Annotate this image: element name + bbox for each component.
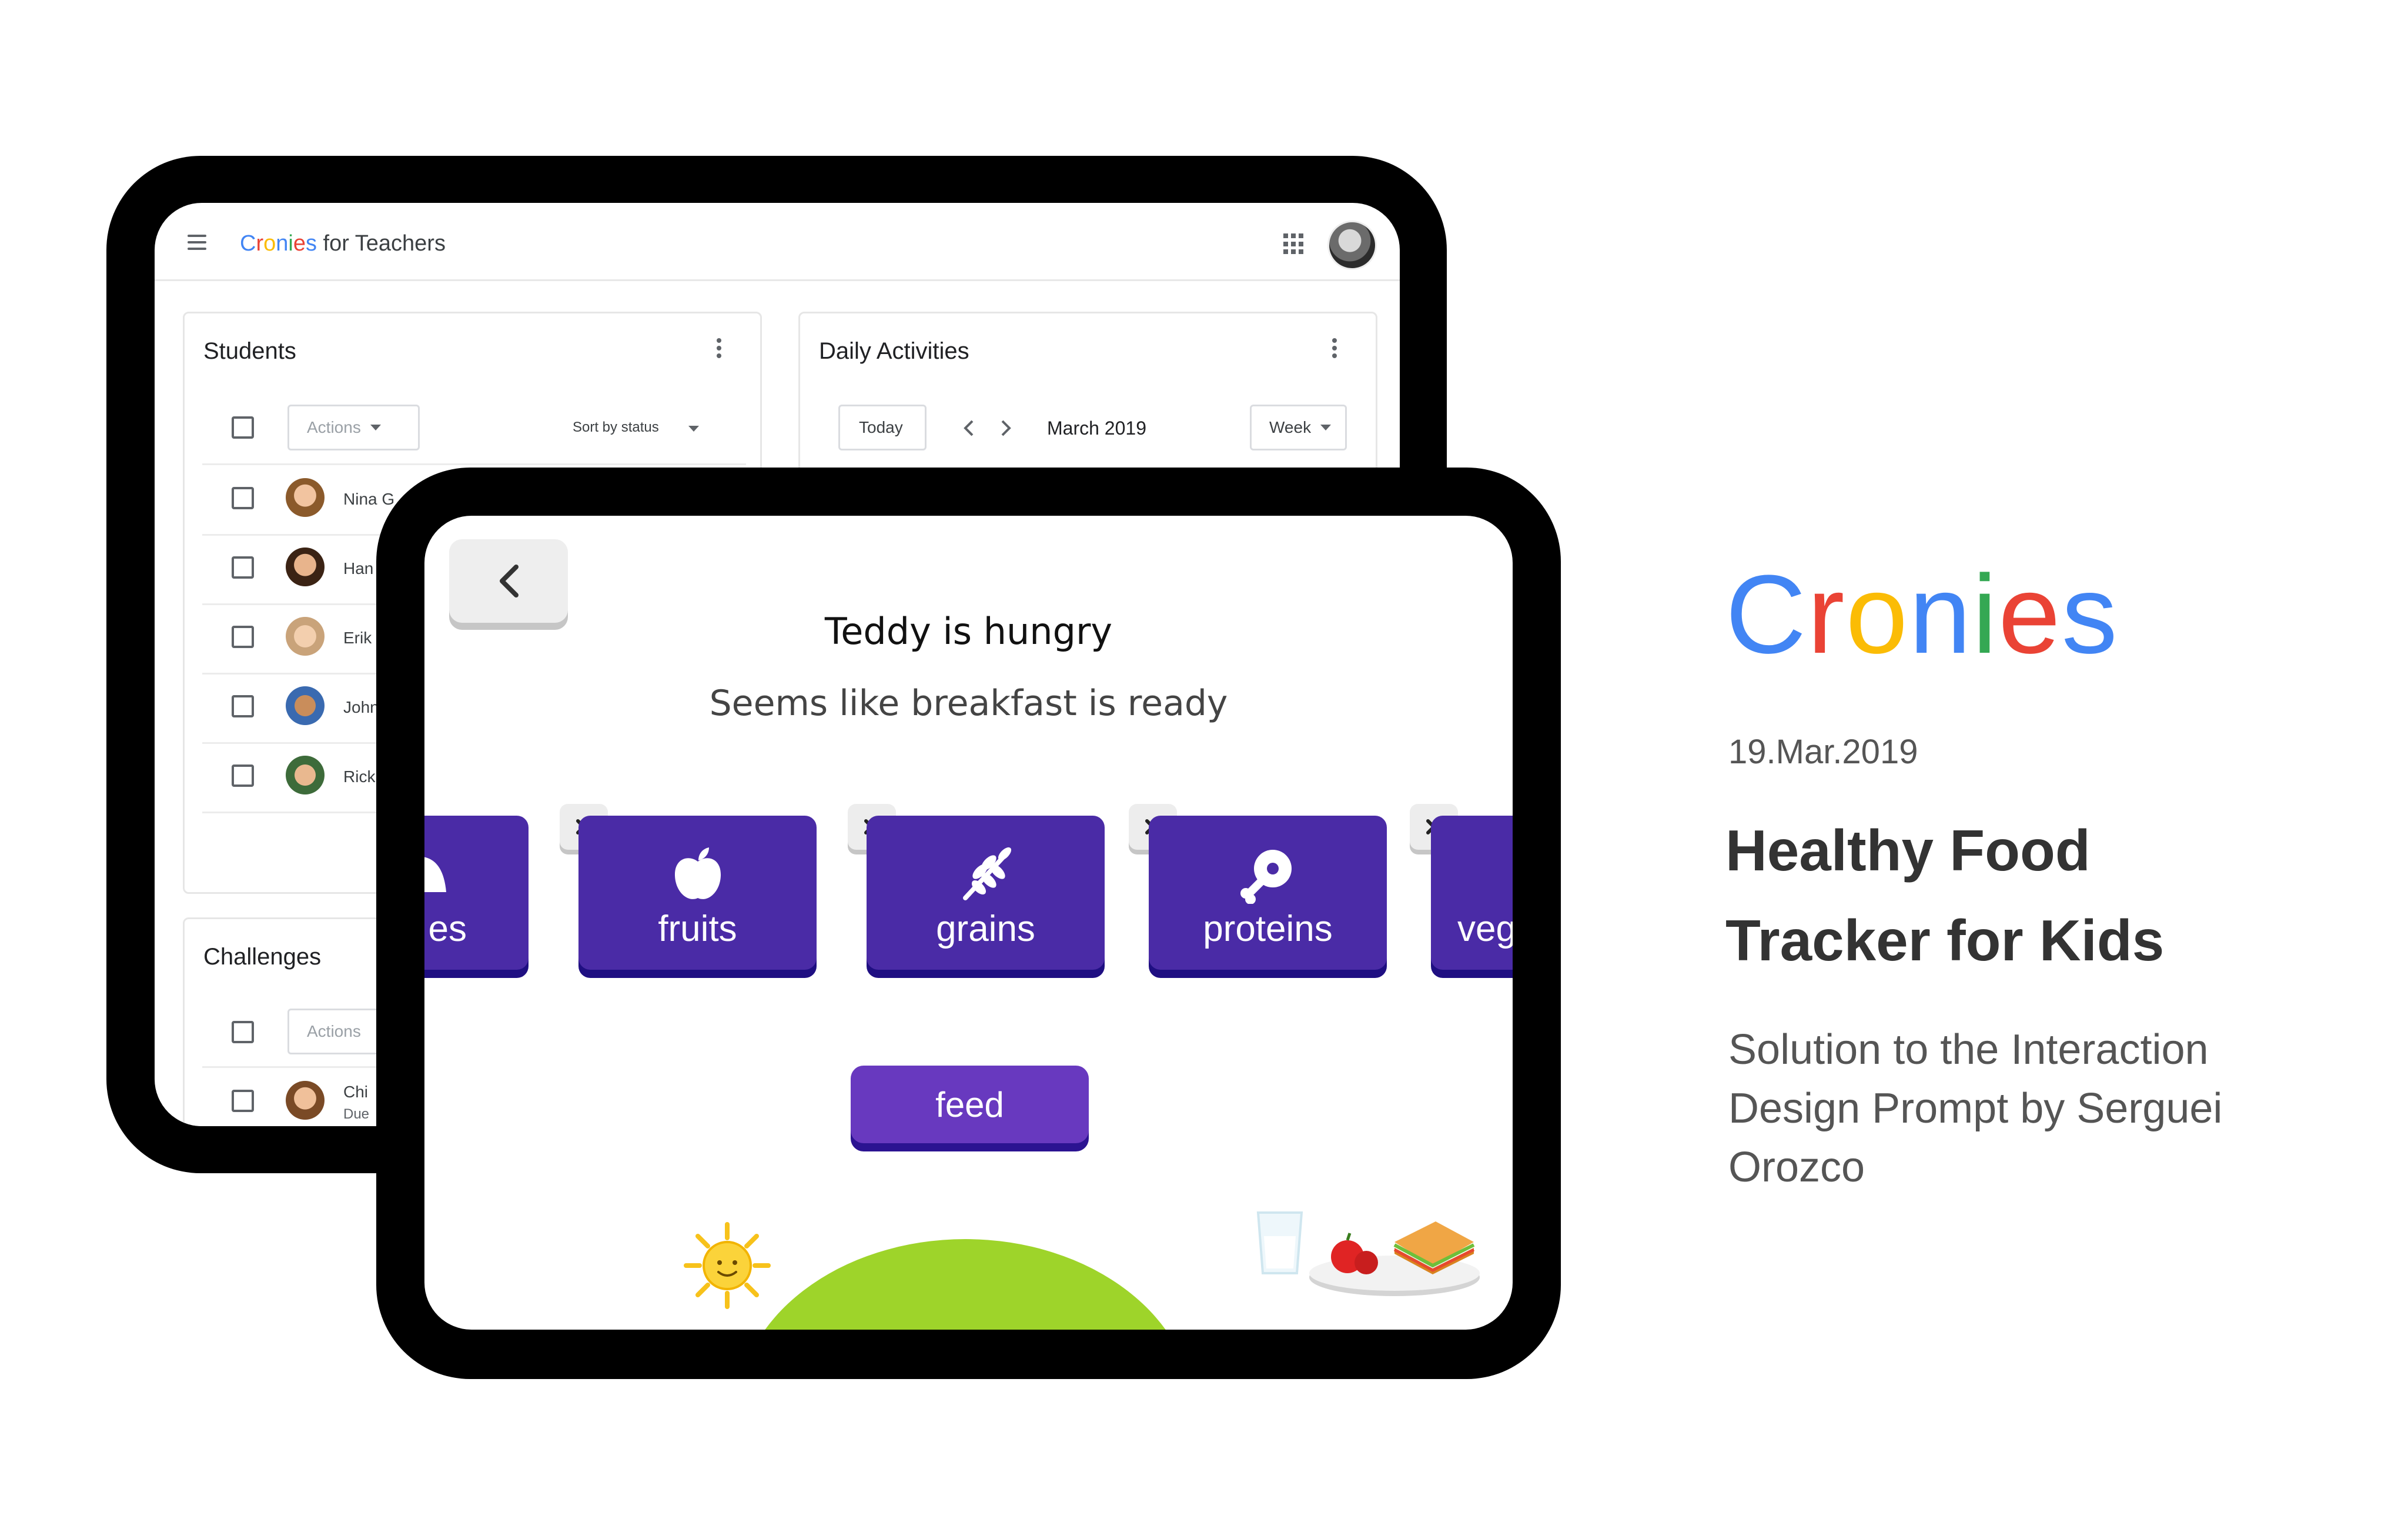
brand-letter: e <box>293 231 306 256</box>
row-checkbox[interactable] <box>232 695 254 717</box>
student-avatar <box>286 547 325 586</box>
grass-hill <box>736 1239 1195 1330</box>
brand-letter: C <box>240 231 256 256</box>
app-title: Cronies for Teachers <box>240 231 446 256</box>
menu-icon[interactable] <box>188 235 206 250</box>
week-label: Week <box>1269 418 1312 436</box>
cronies-logo: Cronies <box>1725 559 2119 670</box>
brand-letter: s <box>305 231 317 256</box>
students-actions-dropdown[interactable]: Actions <box>287 405 420 450</box>
sun-icon <box>684 1222 771 1309</box>
today-label: Today <box>859 418 903 436</box>
student-name: Nina G <box>343 490 395 508</box>
brand-letter: e <box>1998 552 2062 677</box>
month-label: March 2019 <box>1047 418 1146 439</box>
food-label: vege <box>1457 909 1513 949</box>
app-title-suffix: for Teachers <box>316 231 446 256</box>
project-date: 19.Mar.2019 <box>1728 733 1918 771</box>
chevron-left-icon[interactable] <box>962 419 975 437</box>
challenge-due: Due <box>343 1106 370 1122</box>
sort-by-status-dropdown[interactable]: Sort by status <box>573 419 699 436</box>
apps-grid-icon[interactable] <box>1283 233 1305 255</box>
brand-letter: r <box>256 231 264 256</box>
drumstick-icon <box>1240 850 1292 904</box>
food-tile-fruits[interactable]: fruits <box>578 816 817 970</box>
brand-letter: i <box>1972 552 1999 677</box>
week-view-dropdown[interactable]: Week <box>1250 405 1347 450</box>
app-bar: Cronies for Teachers <box>155 203 1400 281</box>
food-label: grains <box>936 909 1035 949</box>
brand-letter: i <box>288 231 293 256</box>
challenges-select-all-checkbox[interactable] <box>232 1021 254 1043</box>
brand-letter: o <box>1845 552 1909 677</box>
brand-letter: r <box>1807 552 1846 677</box>
kids-tablet-frame: Teddy is hungry Seems like breakfast is … <box>376 468 1561 1379</box>
headline-line-1: Healthy Food <box>1725 818 2091 883</box>
row-checkbox[interactable] <box>232 487 254 509</box>
row-checkbox[interactable] <box>232 1090 254 1112</box>
challenges-title: Challenges <box>203 944 322 970</box>
screen-title: Teddy is hungry <box>824 610 1113 653</box>
student-avatar <box>286 478 325 517</box>
student-name: Erik <box>343 629 372 647</box>
actions-label: Actions <box>307 418 361 436</box>
student-avatar <box>286 617 325 656</box>
student-avatar <box>286 1081 325 1120</box>
project-headline: Healthy Food Tracker for Kids <box>1725 806 2255 986</box>
students-more-icon[interactable] <box>717 338 721 358</box>
brand-letter: o <box>263 231 276 256</box>
brand-letter: n <box>276 231 289 256</box>
students-select-all-checkbox[interactable] <box>232 416 254 439</box>
user-avatar[interactable] <box>1327 221 1377 270</box>
chevron-right-icon[interactable] <box>1000 419 1013 437</box>
food-label: fruits <box>658 909 737 949</box>
student-avatar <box>286 756 325 794</box>
student-name: John <box>343 698 379 716</box>
apple-icon <box>674 847 721 899</box>
student-name: Rick <box>343 767 376 786</box>
food-label: proteins <box>1203 909 1333 949</box>
food-tile-dairy[interactable]: es <box>424 816 529 970</box>
today-button[interactable]: Today <box>838 405 927 450</box>
brand-letter: s <box>2061 552 2119 677</box>
dropdown-arrow-icon <box>688 426 699 432</box>
headline-line-2: Tracker for Kids <box>1725 908 2165 973</box>
project-description: Solution to the Interaction Design Promp… <box>1728 1026 2223 1191</box>
wheat-icon <box>962 847 1011 900</box>
food-tile-vegetables[interactable]: vege <box>1431 816 1513 970</box>
screen-subtitle: Seems like breakfast is ready <box>709 683 1228 724</box>
row-checkbox[interactable] <box>232 764 254 787</box>
chevron-left-icon <box>500 565 519 597</box>
students-title: Students <box>203 338 296 364</box>
food-tile-grains[interactable]: grains <box>867 816 1105 970</box>
breakfast-plate-icon <box>1309 1221 1480 1296</box>
student-name: Han <box>343 559 374 577</box>
food-label: es <box>428 909 467 949</box>
milk-glass-icon <box>1256 1211 1303 1274</box>
kids-screen: Teddy is hungry Seems like breakfast is … <box>424 516 1513 1330</box>
dropdown-arrow-icon <box>1320 425 1332 430</box>
divider <box>202 463 746 465</box>
dairy-icon <box>424 857 446 892</box>
actions-label: Actions <box>307 1022 361 1040</box>
row-checkbox[interactable] <box>232 626 254 648</box>
brand-letter: n <box>1909 552 1972 677</box>
daily-activities-title: Daily Activities <box>819 338 969 364</box>
food-tile-proteins[interactable]: proteins <box>1149 816 1387 970</box>
row-checkbox[interactable] <box>232 556 254 579</box>
student-avatar <box>286 686 325 725</box>
dropdown-arrow-icon <box>370 425 381 430</box>
brand-letter: C <box>1725 552 1808 677</box>
sort-label: Sort by status <box>573 419 659 435</box>
challenge-name: Chi <box>343 1083 369 1101</box>
activities-more-icon[interactable] <box>1332 338 1337 358</box>
brand-logo: Cronies <box>240 231 317 256</box>
feed-button[interactable]: feed <box>851 1066 1089 1143</box>
